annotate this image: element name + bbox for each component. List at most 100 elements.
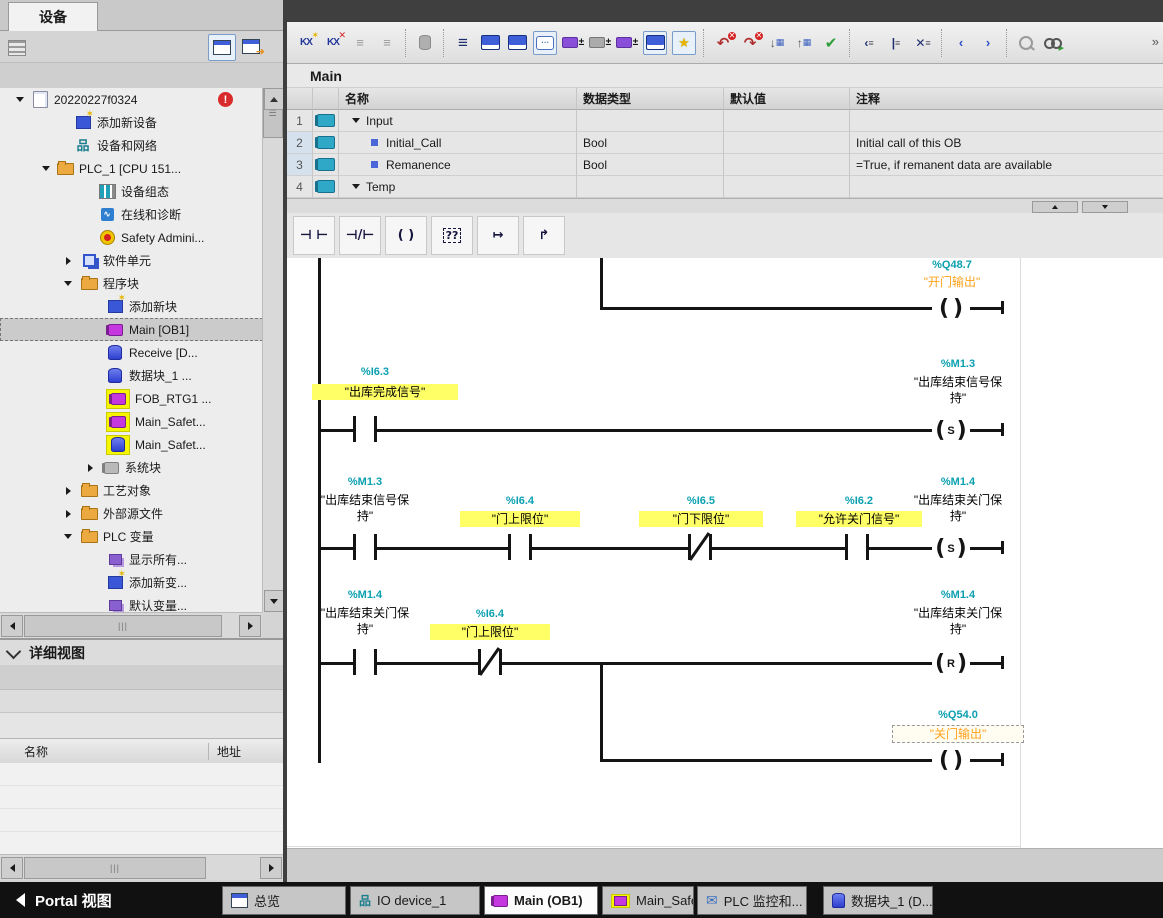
tree-item-add-block[interactable]: 添加新块 bbox=[0, 295, 262, 318]
operand-address[interactable]: %Q48.7 bbox=[882, 259, 1022, 271]
scroll-up-icon[interactable] bbox=[264, 88, 284, 110]
coil-button[interactable]: ( ) bbox=[385, 216, 427, 255]
operand-address[interactable]: %I6.4 bbox=[460, 495, 580, 507]
output-coil[interactable]: ( ) bbox=[932, 296, 970, 321]
table-row[interactable]: 1 Input bbox=[287, 110, 1163, 132]
group-expander-icon[interactable] bbox=[352, 118, 360, 123]
insert-compare-icon[interactable]: KX✶ bbox=[295, 32, 317, 54]
network-close-icon[interactable] bbox=[506, 32, 528, 54]
tree-vertical-scrollbar[interactable]: ☰ bbox=[262, 88, 283, 612]
operand-purple-icon[interactable]: ± bbox=[562, 32, 584, 54]
collapse-down-button[interactable] bbox=[1082, 201, 1128, 213]
col-comment[interactable]: 注释 bbox=[850, 88, 1163, 110]
tree-item-plc1[interactable]: PLC_1 [CPU 151... bbox=[0, 157, 262, 180]
table-row[interactable]: 2 Initial_Call Bool Initial call of this… bbox=[287, 132, 1163, 154]
jump-forward-icon[interactable]: › bbox=[977, 32, 999, 54]
tree-item-online-diag[interactable]: ∿ 在线和诊断 bbox=[0, 203, 262, 226]
operand-name[interactable]: 持" bbox=[878, 621, 1038, 637]
operand-name[interactable]: 持" bbox=[878, 390, 1038, 406]
tree-item-plc-tags[interactable]: PLC 变量 bbox=[0, 525, 262, 548]
close-branch-button[interactable]: ↱ bbox=[523, 216, 565, 255]
no-contact-button[interactable]: ⊣ ⊢ bbox=[293, 216, 335, 255]
goto-usage-icon[interactable]: ✕≡ bbox=[912, 32, 934, 54]
table-row[interactable]: 4 Temp bbox=[287, 176, 1163, 198]
operand-address[interactable]: %M1.4 bbox=[305, 589, 425, 601]
nc-contact[interactable] bbox=[688, 534, 712, 560]
goto-definition-icon[interactable]: |≡ bbox=[885, 32, 907, 54]
tree-item-devices-networks[interactable]: 品 设备和网络 bbox=[0, 134, 262, 157]
scroll-right-icon[interactable] bbox=[260, 857, 282, 879]
no-contact[interactable] bbox=[353, 416, 377, 442]
detail-horizontal-scrollbar[interactable]: ||| bbox=[0, 854, 283, 880]
operand-name-highlighted[interactable]: "门上限位" bbox=[430, 624, 550, 640]
scroll-left-icon[interactable] bbox=[1, 857, 23, 879]
monitoring-icon[interactable]: ▶ bbox=[1042, 32, 1064, 54]
undo-icon[interactable]: ↶✕ bbox=[712, 32, 734, 54]
group-expander-icon[interactable] bbox=[352, 184, 360, 189]
set-coil[interactable]: (S) bbox=[932, 418, 970, 443]
insert-network-icon[interactable]: ≡ bbox=[349, 32, 371, 54]
operand-name[interactable]: "出库结束关门保 bbox=[295, 605, 435, 621]
expander-closed-icon[interactable] bbox=[62, 508, 74, 520]
tab-devices[interactable]: 设备 bbox=[8, 2, 98, 31]
tree-item-external-sources[interactable]: 外部源文件 bbox=[0, 502, 262, 525]
tree-item-project[interactable]: 20220227f0324 ! bbox=[0, 88, 262, 111]
operand-name[interactable]: "出库结束关门保 bbox=[878, 605, 1038, 621]
expander-open-icon[interactable] bbox=[14, 94, 26, 106]
jump-back-icon[interactable]: ‹ bbox=[950, 32, 972, 54]
operand-kx-icon[interactable]: ± bbox=[616, 32, 638, 54]
scroll-right-icon[interactable] bbox=[239, 615, 261, 637]
favorites-icon[interactable]: ★ bbox=[672, 31, 696, 55]
nc-contact-button[interactable]: ⊣/⊢ bbox=[339, 216, 381, 255]
scrollbar-thumb[interactable]: ||| bbox=[24, 857, 206, 879]
operand-address[interactable]: %I6.4 bbox=[430, 608, 550, 620]
expander-closed-icon[interactable] bbox=[62, 255, 74, 267]
operand-name-highlighted[interactable]: "门上限位" bbox=[460, 511, 580, 527]
taskbar-plc-monitor-button[interactable]: ✉ PLC 监控和... bbox=[697, 886, 807, 915]
tree-item-main-ob1[interactable]: Main [OB1] bbox=[0, 318, 262, 341]
operand-name[interactable]: "出库结束信号保 bbox=[295, 492, 435, 508]
taskbar-main-safety-button[interactable]: Main_Safety... bbox=[602, 886, 694, 915]
operand-name[interactable]: "开门输出" bbox=[882, 274, 1022, 290]
expander-open-icon[interactable] bbox=[62, 278, 74, 290]
reset-coil[interactable]: (R) bbox=[932, 651, 970, 676]
tree-item-safety-admin[interactable]: Safety Admini... bbox=[0, 226, 262, 249]
tree-item-system-blocks[interactable]: 系统块 bbox=[0, 456, 262, 479]
operand-address[interactable]: %M1.4 bbox=[888, 589, 1028, 601]
operand-name[interactable]: "出库结束信号保 bbox=[878, 374, 1038, 390]
tree-item-device-config[interactable]: 设备组态 bbox=[0, 180, 262, 203]
scrollbar-thumb[interactable]: ||| bbox=[24, 615, 222, 637]
expander-closed-icon[interactable] bbox=[84, 462, 96, 474]
no-contact[interactable] bbox=[353, 649, 377, 675]
download-to-device-icon[interactable]: ↓▦ bbox=[766, 32, 788, 54]
tree-item-main-safety-ob[interactable]: Main_Safet... bbox=[0, 410, 262, 433]
no-contact[interactable] bbox=[353, 534, 377, 560]
tree-item-main-safety-db[interactable]: Main_Safet... bbox=[0, 433, 262, 456]
comments-toggle-icon[interactable]: ··· bbox=[533, 31, 557, 55]
taskbar-datablock-button[interactable]: 数据块_1 (D... bbox=[823, 886, 933, 915]
operand-name[interactable]: "出库结束关门保 bbox=[878, 492, 1038, 508]
toolbar-overflow-icon[interactable]: » bbox=[1152, 34, 1159, 49]
col-datatype[interactable]: 数据类型 bbox=[577, 88, 724, 110]
tree-item-tech-objects[interactable]: 工艺对象 bbox=[0, 479, 262, 502]
expander-open-icon[interactable] bbox=[40, 163, 52, 175]
compile-icon[interactable]: ✔ bbox=[820, 32, 842, 54]
export-table-button[interactable]: ➜ bbox=[238, 34, 264, 59]
operand-name[interactable]: 持" bbox=[295, 621, 435, 637]
insert-empty-network-icon[interactable]: ≡ bbox=[376, 32, 398, 54]
collapse-up-button[interactable] bbox=[1032, 201, 1078, 213]
goto-previous-icon[interactable]: ‹≡ bbox=[858, 32, 880, 54]
operand-address[interactable]: %M1.4 bbox=[888, 476, 1028, 488]
portal-view-button[interactable]: Portal 视图 bbox=[16, 890, 206, 911]
tree-item-receive-db[interactable]: Receive [D... bbox=[0, 341, 262, 364]
taskbar-overview-button[interactable]: 总览 bbox=[222, 886, 346, 915]
operand-address[interactable]: %M1.3 bbox=[888, 358, 1028, 370]
search-icon[interactable] bbox=[1015, 32, 1037, 54]
nc-contact[interactable] bbox=[478, 649, 502, 675]
details-view-button[interactable] bbox=[208, 34, 236, 61]
operand-name[interactable]: 持" bbox=[295, 508, 435, 524]
no-contact[interactable] bbox=[508, 534, 532, 560]
scroll-left-icon[interactable] bbox=[1, 615, 23, 637]
absolute-operands-icon[interactable]: ≡ bbox=[452, 32, 474, 54]
operand-address[interactable]: %I6.5 bbox=[639, 495, 763, 507]
